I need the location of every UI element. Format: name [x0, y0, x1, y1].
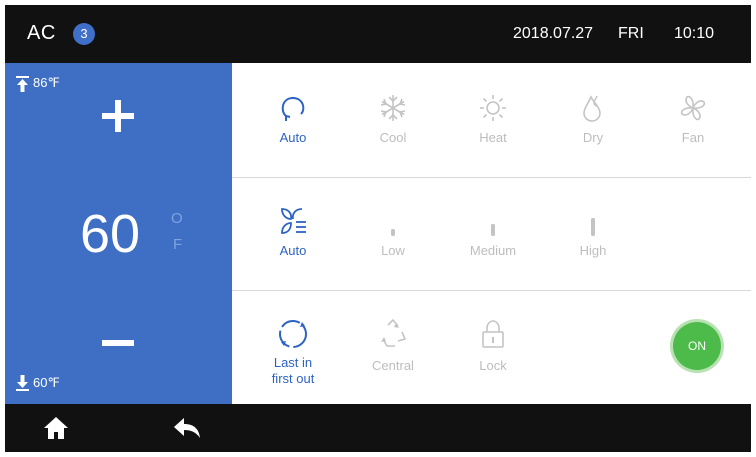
lock-icon: [482, 320, 504, 348]
ac-control-screen: AC 3 2018.07.27 FRI 10:10 86℉ 60 O F 60℉: [0, 0, 756, 457]
recycle-icon: [381, 318, 407, 347]
min-temp-label: 60℉: [33, 375, 60, 390]
power-button[interactable]: ON: [673, 322, 721, 370]
fan-speed-low-label: Low: [381, 243, 405, 258]
speed-medium-icon: [491, 224, 495, 236]
control-last-in-first-out[interactable]: Last in first out: [258, 317, 328, 387]
max-temp-icon: [16, 76, 29, 92]
day-text: FRI: [618, 25, 644, 42]
temperature-panel: 86℉ 60 O F 60℉: [5, 63, 232, 404]
fan-icon: [680, 95, 706, 121]
mode-fan[interactable]: Fan: [658, 93, 728, 145]
control-central-label: Central: [372, 358, 414, 373]
fan-auto-icon: [281, 208, 306, 234]
fan-speed-high[interactable]: High: [558, 206, 628, 258]
droplet-icon: [583, 95, 601, 122]
mode-dry[interactable]: Dry: [558, 93, 628, 145]
control-central[interactable]: Central: [358, 317, 428, 373]
snowflake-icon: [380, 95, 406, 121]
fan-speed-auto[interactable]: Auto: [258, 206, 328, 258]
control-lifo-label-1: Last in: [273, 355, 313, 370]
temperature-value: 60: [80, 204, 141, 264]
fan-speed-auto-label: Auto: [279, 243, 307, 258]
min-temp-icon: [16, 375, 29, 391]
max-temp-label: 86℉: [33, 75, 60, 90]
speed-high-icon: [591, 218, 595, 236]
fan-speed-medium[interactable]: Medium: [458, 206, 528, 258]
mode-row: Auto Cool Heat Dry Fan: [232, 63, 751, 177]
mode-auto[interactable]: Auto: [258, 93, 328, 145]
fan-speed-medium-label: Medium: [469, 243, 517, 258]
speed-low-icon: [391, 229, 395, 236]
mode-heat[interactable]: Heat: [458, 93, 528, 145]
page-title: AC: [27, 22, 56, 44]
mode-fan-label: Fan: [681, 130, 705, 145]
mode-cool-label: Cool: [379, 130, 407, 145]
count-badge: 3: [73, 23, 95, 45]
control-lifo-label-2: first out: [271, 371, 315, 386]
fan-speed-row: Auto Low Medium High: [232, 178, 751, 290]
time-text: 10:10: [674, 25, 715, 42]
decrease-temp-button[interactable]: [102, 339, 134, 347]
fan-speed-high-label: High: [579, 243, 607, 258]
fan-speed-low[interactable]: Low: [358, 206, 428, 258]
mode-heat-label: Heat: [479, 130, 507, 145]
home-button[interactable]: [43, 416, 69, 440]
mode-dry-label: Dry: [582, 130, 604, 145]
sun-icon: [480, 95, 506, 121]
rotate-icon: [279, 320, 307, 348]
auto-mode-icon: [281, 96, 305, 121]
status-bar: AC 3 2018.07.27 FRI 10:10: [5, 5, 751, 63]
control-lock-label: Lock: [479, 358, 507, 373]
navigation-bar: [5, 404, 751, 452]
unit-degree: O: [171, 210, 183, 227]
date-text: 2018.07.27: [513, 25, 594, 42]
unit-fahrenheit: F: [173, 236, 183, 253]
mode-cool[interactable]: Cool: [358, 93, 428, 145]
control-lock[interactable]: Lock: [458, 317, 528, 373]
mode-auto-label: Auto: [279, 130, 307, 145]
back-button[interactable]: [173, 416, 201, 440]
increase-temp-button[interactable]: [102, 100, 134, 132]
